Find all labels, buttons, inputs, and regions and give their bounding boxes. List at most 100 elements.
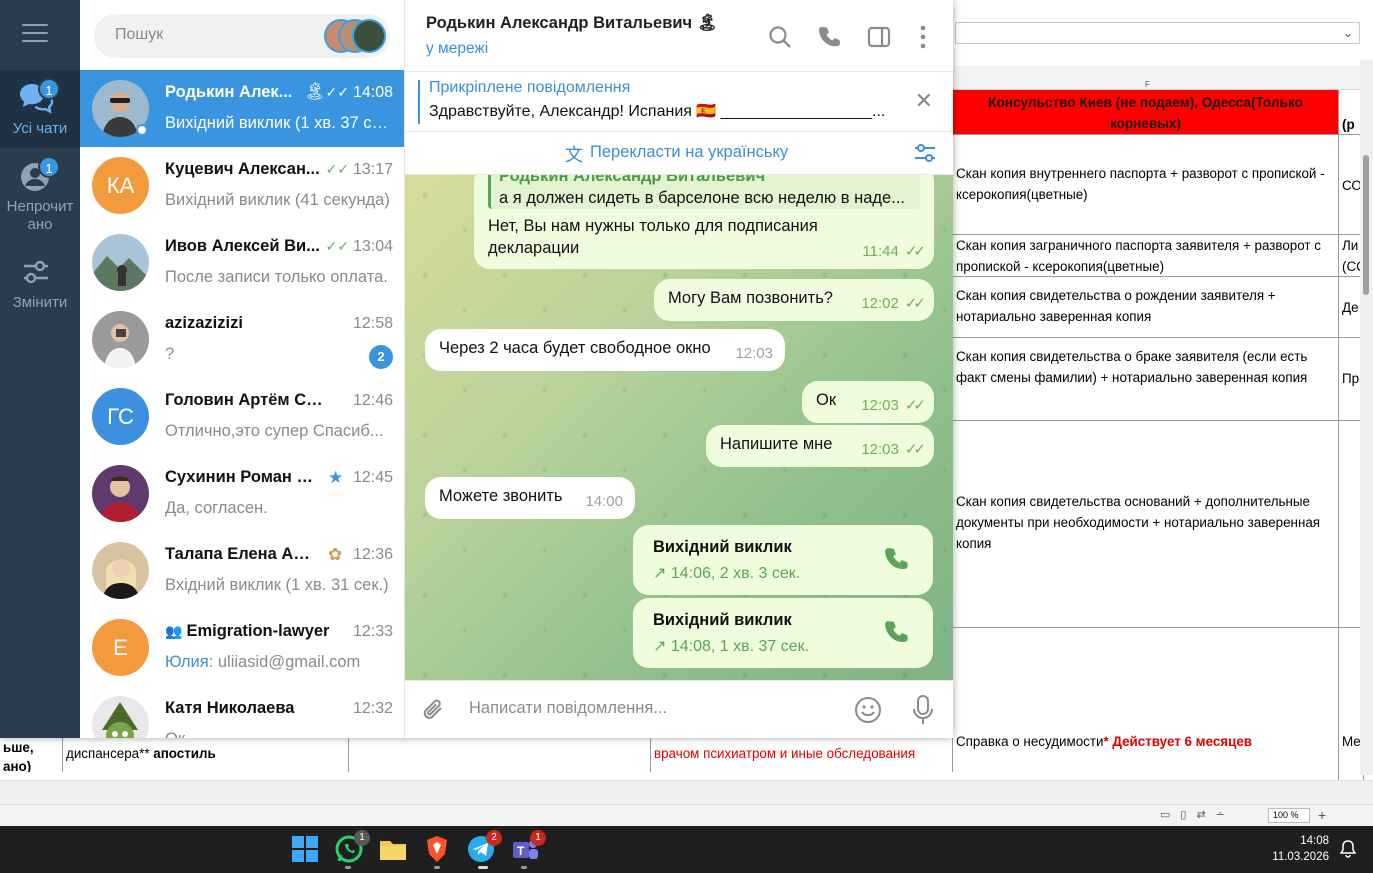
attach-icon[interactable] xyxy=(421,697,447,723)
running-indicator xyxy=(434,866,440,869)
table-cell[interactable]: Скан копия внутреннего паспорта + развор… xyxy=(953,135,1339,235)
reply-quote[interactable]: Родькин Александр Витальевич а я должен … xyxy=(488,175,920,209)
time-text: 13:17 xyxy=(352,161,393,178)
table-cell[interactable]: врачом психиатром и иные обследования xyxy=(651,738,953,772)
folder-label-2: ано xyxy=(27,216,53,233)
messages-area[interactable]: Родькин Александр Витальевич а я должен … xyxy=(405,175,953,680)
phone-icon[interactable] xyxy=(817,24,843,50)
table-cell[interactable]: Скан копия свидетельства оснований + доп… xyxy=(953,421,1339,628)
cell-line: ано) xyxy=(3,759,32,772)
avatar xyxy=(92,311,149,368)
hamburger-menu-icon[interactable] xyxy=(22,24,48,44)
horizontal-scrollbar[interactable] xyxy=(0,780,1373,804)
table-cell[interactable]: Скан копия свидетельства о браке заявите… xyxy=(953,338,1339,421)
whatsapp-icon[interactable]: 1 xyxy=(334,830,370,864)
settings-sliders-icon[interactable] xyxy=(913,142,937,164)
quote-text: а я должен сидеть в барселоне всю неделю… xyxy=(499,189,905,207)
message-text: Напишите мне xyxy=(720,435,833,453)
message-meta: 14:00 xyxy=(585,491,623,513)
call-message[interactable]: Вихідний виклик ↗ 14:08, 1 хв. 37 сек. xyxy=(633,598,933,668)
file-explorer-icon[interactable] xyxy=(378,834,408,864)
pinned-message[interactable]: Прикріплене повідомлення Здравствуйте, А… xyxy=(405,72,953,132)
search-icon[interactable] xyxy=(767,24,793,50)
sidebar-toggle-icon[interactable] xyxy=(866,24,892,50)
microphone-icon[interactable] xyxy=(910,694,936,726)
message-bubble-outgoing[interactable]: Ок 12:03 ✓✓ xyxy=(802,381,934,423)
avatar: КА xyxy=(92,157,149,214)
stories-avatars[interactable] xyxy=(324,19,386,53)
header-cell[interactable]: Консульство Киев (не подаем), Одесса(Тол… xyxy=(953,90,1339,135)
vertical-scrollbar[interactable] xyxy=(1360,60,1373,775)
chat-name: azizazizizi xyxy=(165,314,243,332)
message-input[interactable]: Написати повідомлення... xyxy=(469,699,667,718)
message-meta: 12:02 ✓✓ xyxy=(861,293,926,315)
brave-browser-icon[interactable] xyxy=(422,834,452,864)
message-text-2: декларации xyxy=(488,239,580,257)
telegram-icon[interactable]: 2 xyxy=(466,830,502,864)
chat-preview: Вхідний виклик (1 хв. 31 сек.) xyxy=(165,576,389,594)
message-bubble-outgoing[interactable]: Напишите мне 12:03 ✓✓ xyxy=(706,425,934,467)
close-icon[interactable]: ✕ xyxy=(915,88,933,114)
chat-item[interactable]: КА Куцевич Алексан... ✓✓ 13:17 Вихідний в… xyxy=(80,147,404,224)
folder-all-chats[interactable]: 1 Усі чати xyxy=(0,70,80,148)
story-avatar[interactable] xyxy=(352,19,386,53)
zoom-in-icon[interactable]: + xyxy=(1318,807,1326,823)
chat-item[interactable]: Сухинин Роман А... ★ 12:45 Да, согласен. xyxy=(80,455,404,532)
folder-edit[interactable]: Змінити xyxy=(0,248,80,318)
outgoing-arrow-icon: ↗ xyxy=(653,565,671,582)
svg-text:T: T xyxy=(517,844,525,858)
message-bubble-incoming[interactable]: Через 2 часа будет свободное окно 12:03 xyxy=(425,329,785,371)
table-cell[interactable]: Скан копия заграничного паспорта заявите… xyxy=(953,235,1339,277)
chat-name: Куцевич Алексан... xyxy=(165,160,320,178)
table-cell[interactable]: Скан копия свидетельства о рождении заяв… xyxy=(953,277,1339,338)
view-mode-icons[interactable]: ▭▯⇄∸ xyxy=(1160,808,1235,821)
message-bubble-outgoing[interactable]: Могу Вам позвонить? 12:02 ✓✓ xyxy=(654,279,934,321)
notification-bell-icon[interactable] xyxy=(1338,839,1358,859)
message-meta: 11:44 ✓✓ xyxy=(862,241,926,263)
message-bubble-outgoing[interactable]: Родькин Александр Витальевич а я должен … xyxy=(474,175,934,269)
message-bubble-incoming[interactable]: Можете звонить 14:00 xyxy=(425,477,635,519)
phone-icon[interactable] xyxy=(883,545,911,573)
more-vertical-icon[interactable] xyxy=(910,24,936,50)
chat-item[interactable]: Катя Николаева 12:32 Ок... xyxy=(80,686,404,738)
message-time: 12:03 xyxy=(861,441,899,458)
call-message[interactable]: Вихідний виклик ↗ 14:06, 2 хв. 3 сек. xyxy=(633,525,933,595)
phone-icon[interactable] xyxy=(883,618,911,646)
translate-icon: 文 xyxy=(565,145,583,165)
call-info: ↗ 14:06, 2 хв. 3 сек. xyxy=(653,563,800,583)
chat-time: 12:32 xyxy=(352,700,393,717)
table-cell[interactable]: Справка о несудимости* Действует 6 месяц… xyxy=(953,628,1339,780)
table-cell[interactable]: диспансера** апостиль xyxy=(63,738,349,772)
emoji-icon[interactable] xyxy=(853,695,883,725)
chat-item[interactable]: Талапа Елена Але... ✿ 12:36 Вхідний викл… xyxy=(80,532,404,609)
chat-item[interactable]: Родькин Алек... 🏝 ✓✓ 14:08 Вихідний викли… xyxy=(80,70,404,147)
table-cell[interactable]: ьше, ано) xyxy=(0,738,63,772)
system-clock[interactable]: 14:08 11.03.2026 xyxy=(1272,833,1329,865)
chat-item[interactable]: Ивов Алексей Ви... ✓✓ 13:04 После записи … xyxy=(80,224,404,301)
zoom-select[interactable]: 100 % xyxy=(1268,808,1310,823)
windows-start-icon[interactable] xyxy=(290,834,320,864)
search-input[interactable]: Пошук xyxy=(94,14,390,58)
conversation-panel: Родькин Александр Витальевич 🏝 у мережі … xyxy=(405,0,953,738)
chat-header[interactable]: Родькин Александр Витальевич 🏝 у мережі xyxy=(405,0,953,72)
call-info-text: 14:06, 2 хв. 3 сек. xyxy=(670,565,801,582)
teams-icon[interactable]: T 1 xyxy=(510,830,546,864)
table-cell[interactable] xyxy=(349,738,651,772)
chat-time: ✓✓ 14:08 xyxy=(325,84,393,102)
folder-unread[interactable]: 1 Непрочит ано xyxy=(0,148,80,238)
chat-item[interactable]: E 👥 Emigration-lawyer 12:33 Юлия: uliiasi… xyxy=(80,609,404,686)
double-check-icon: ✓✓ xyxy=(325,238,349,254)
chat-name: Головин Артём Серг... xyxy=(165,391,325,409)
double-check-icon: ✓✓ xyxy=(904,397,926,414)
chat-item[interactable]: ГС Головин Артём Серг... 12:46 Отлично,э… xyxy=(80,378,404,455)
chat-title[interactable]: Родькин Александр Витальевич 🏝 xyxy=(426,14,718,33)
chat-item[interactable]: azizazizizi 12:58 ? 2 xyxy=(80,301,404,378)
running-indicator xyxy=(521,866,527,869)
chat-name: Ивов Алексей Ви... xyxy=(165,237,320,255)
spreadsheet-dropdown[interactable]: ⌄ xyxy=(955,22,1360,44)
running-indicator xyxy=(345,866,351,869)
translate-bar[interactable]: 文 Перекласти на українську xyxy=(405,132,953,175)
column-header[interactable]: F xyxy=(953,66,1373,90)
folder-label: Змінити xyxy=(12,294,68,311)
scrollbar-thumb[interactable] xyxy=(1363,155,1369,295)
